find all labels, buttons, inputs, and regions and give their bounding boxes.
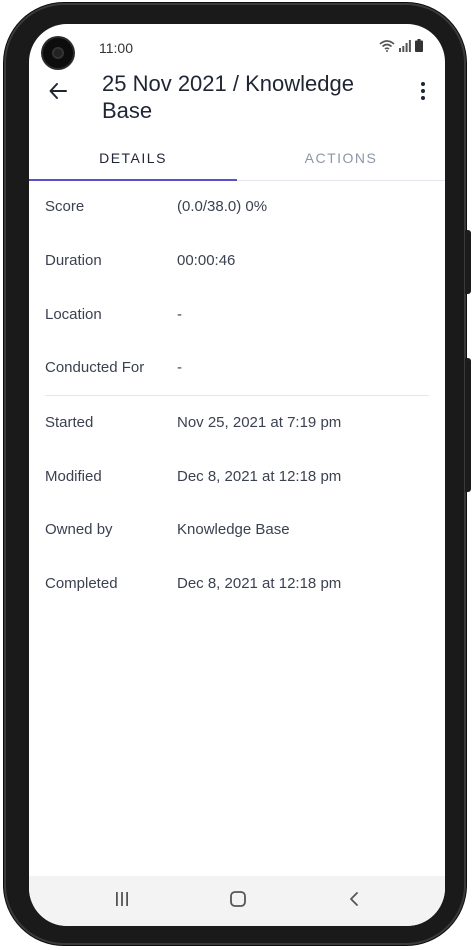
detail-row-started: Started Nov 25, 2021 at 7:19 pm — [29, 396, 445, 450]
signal-icon — [399, 39, 411, 52]
detail-row-location: Location - — [29, 287, 445, 341]
details-list: Score (0.0/38.0) 0% Duration 00:00:46 Lo… — [29, 180, 445, 611]
detail-value: 00:00:46 — [177, 252, 236, 270]
detail-value: - — [177, 305, 182, 323]
back-icon — [346, 891, 362, 912]
back-button[interactable] — [43, 78, 73, 108]
tab-actions-label: ACTIONS — [304, 150, 378, 166]
power-button — [465, 358, 471, 492]
detail-label: Location — [45, 305, 102, 323]
detail-label: Completed — [45, 575, 118, 593]
arrow-left-icon — [48, 81, 68, 106]
recent-apps-button[interactable] — [107, 886, 137, 916]
home-icon — [229, 890, 247, 913]
more-vertical-icon — [420, 81, 426, 106]
detail-label: Conducted For — [45, 359, 145, 377]
tab-details-label: DETAILS — [99, 150, 167, 166]
detail-row-completed: Completed Dec 8, 2021 at 12:18 pm — [29, 557, 445, 611]
more-options-button[interactable] — [413, 78, 433, 108]
system-nav-bar — [29, 876, 445, 926]
page-title: 25 Nov 2021 / Knowledge Base — [102, 71, 354, 123]
tab-details[interactable]: DETAILS — [29, 136, 237, 180]
detail-label: Owned by — [45, 521, 113, 539]
detail-row-conducted-for: Conducted For - — [29, 341, 445, 395]
detail-row-score: Score (0.0/38.0) 0% — [29, 180, 445, 234]
home-button[interactable] — [223, 886, 253, 916]
wifi-icon — [379, 39, 395, 52]
recent-apps-icon — [114, 891, 130, 912]
tab-bar: DETAILS ACTIONS — [29, 136, 445, 181]
screen: 11:00 25 Nov 2021 / Knowledge Base DETAI… — [29, 24, 445, 926]
detail-label: Duration — [45, 252, 102, 270]
detail-label: Started — [45, 414, 94, 432]
volume-button — [465, 230, 471, 294]
detail-value: Dec 8, 2021 at 12:18 pm — [177, 575, 342, 593]
status-icons — [379, 39, 423, 52]
detail-value: (0.0/38.0) 0% — [177, 198, 268, 216]
status-time: 11:00 — [99, 40, 133, 56]
battery-icon — [415, 39, 423, 52]
tab-actions[interactable]: ACTIONS — [237, 136, 445, 180]
detail-row-duration: Duration 00:00:46 — [29, 234, 445, 288]
detail-value: Knowledge Base — [177, 521, 290, 539]
detail-row-owned-by: Owned by Knowledge Base — [29, 503, 445, 557]
detail-label: Modified — [45, 467, 102, 485]
detail-label: Score — [45, 198, 85, 216]
detail-row-modified: Modified Dec 8, 2021 at 12:18 pm — [29, 449, 445, 503]
detail-value: - — [177, 359, 182, 377]
system-back-button[interactable] — [339, 886, 369, 916]
detail-value: Nov 25, 2021 at 7:19 pm — [177, 414, 342, 432]
detail-value: Dec 8, 2021 at 12:18 pm — [177, 467, 342, 485]
app-bar: 25 Nov 2021 / Knowledge Base — [29, 64, 445, 134]
